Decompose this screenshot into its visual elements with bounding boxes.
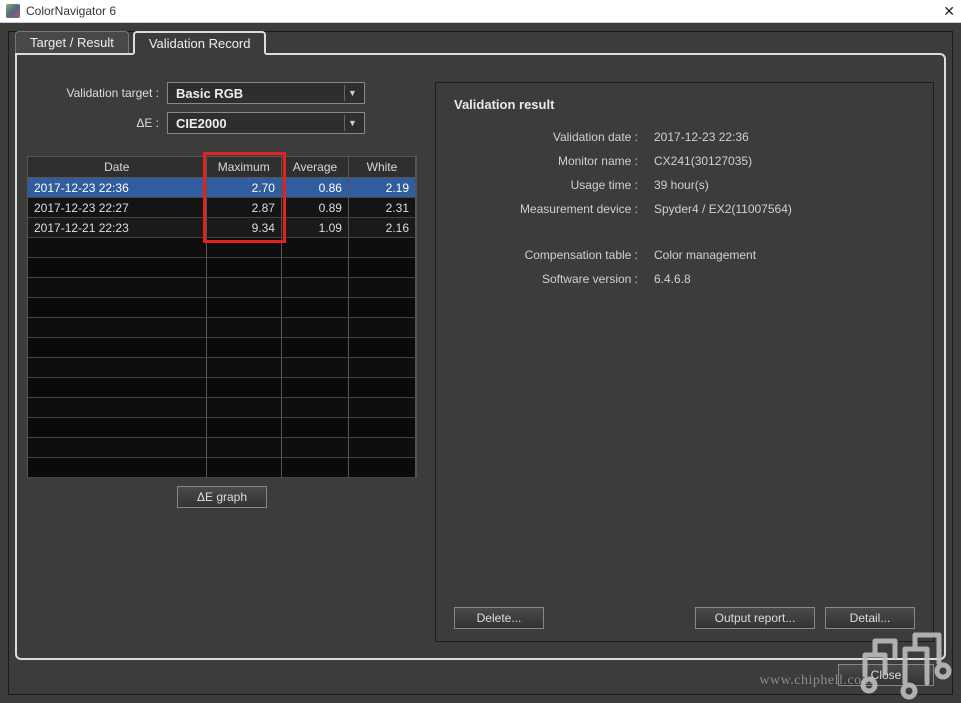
table-row-empty xyxy=(28,278,416,298)
delete-button[interactable]: Delete... xyxy=(454,607,544,629)
cell-avg: 0.89 xyxy=(281,198,348,218)
body-row: Validation target : Basic RGB ▼ ΔE : CIE… xyxy=(27,82,934,642)
select-delta-e-value: CIE2000 xyxy=(176,116,227,131)
result-buttons: Delete... Output report... Detail... xyxy=(454,607,915,629)
result-value: CX241(30127035) xyxy=(644,154,915,168)
table-row-empty xyxy=(28,298,416,318)
result-value: 6.4.6.8 xyxy=(644,272,915,286)
table-row-empty xyxy=(28,338,416,358)
select-validation-target-value: Basic RGB xyxy=(176,86,243,101)
tab-target-result[interactable]: Target / Result xyxy=(15,31,129,53)
chevron-down-icon: ▼ xyxy=(344,115,360,131)
validation-table-body: 2017-12-23 22:362.700.862.192017-12-23 2… xyxy=(28,178,416,478)
result-key: Monitor name : xyxy=(454,154,644,168)
inner-frame: Target / Result Validation Record Valida… xyxy=(8,31,953,695)
de-graph-button[interactable]: ΔE graph xyxy=(177,486,267,508)
left-column: Validation target : Basic RGB ▼ ΔE : CIE… xyxy=(27,82,417,642)
table-row-empty xyxy=(28,458,416,478)
result-key: Usage time : xyxy=(454,178,644,192)
client-area: Target / Result Validation Record Valida… xyxy=(0,23,961,703)
result-value: Color management xyxy=(644,248,915,262)
output-report-button[interactable]: Output report... xyxy=(695,607,815,629)
table-row[interactable]: 2017-12-23 22:272.870.892.31 xyxy=(28,198,416,218)
tab-validation-record[interactable]: Validation Record xyxy=(133,31,267,55)
cell-date: 2017-12-23 22:36 xyxy=(28,178,206,198)
table-row[interactable]: 2017-12-23 22:362.700.862.19 xyxy=(28,178,416,198)
cell-white: 2.19 xyxy=(348,178,415,198)
col-maximum[interactable]: Maximum xyxy=(206,157,281,178)
cell-date: 2017-12-23 22:27 xyxy=(28,198,206,218)
label-delta-e: ΔE : xyxy=(27,116,167,130)
cell-date: 2017-12-21 22:23 xyxy=(28,218,206,238)
app-window: ColorNavigator 6 ✕ Target / Result Valid… xyxy=(0,0,961,703)
result-key: Compensation table : xyxy=(454,248,644,262)
de-graph-wrap: ΔE graph xyxy=(27,486,417,508)
validation-table[interactable]: Date Maximum Average White 2017-12-23 22… xyxy=(28,157,416,478)
result-value: Spyder4 / EX2(11007564) xyxy=(644,202,915,216)
table-row-empty xyxy=(28,438,416,458)
result-key: Software version : xyxy=(454,272,644,286)
table-row-empty xyxy=(28,378,416,398)
cell-white: 2.31 xyxy=(348,198,415,218)
result-value: 2017-12-23 22:36 xyxy=(644,130,915,144)
col-white[interactable]: White xyxy=(348,157,415,178)
window-title: ColorNavigator 6 xyxy=(26,4,915,18)
validation-result-panel: Validation result Validation date :2017-… xyxy=(435,82,934,642)
table-row[interactable]: 2017-12-21 22:239.341.092.16 xyxy=(28,218,416,238)
result-fields: Validation date :2017-12-23 22:36Monitor… xyxy=(454,130,915,286)
cell-max: 2.70 xyxy=(206,178,281,198)
window-close-button[interactable]: ✕ xyxy=(915,3,955,20)
cell-max: 2.87 xyxy=(206,198,281,218)
footer: Close xyxy=(838,664,934,686)
table-row-empty xyxy=(28,398,416,418)
cell-avg: 0.86 xyxy=(281,178,348,198)
validation-table-wrap: Date Maximum Average White 2017-12-23 22… xyxy=(27,156,417,478)
validation-result-heading: Validation result xyxy=(454,97,915,112)
detail-button[interactable]: Detail... xyxy=(825,607,915,629)
table-row-empty xyxy=(28,358,416,378)
table-row-empty xyxy=(28,318,416,338)
table-row-empty xyxy=(28,258,416,278)
label-validation-target: Validation target : xyxy=(27,86,167,100)
row-validation-target: Validation target : Basic RGB ▼ xyxy=(27,82,417,104)
cell-avg: 1.09 xyxy=(281,218,348,238)
result-value: 39 hour(s) xyxy=(644,178,915,192)
table-row-empty xyxy=(28,418,416,438)
tabstrip: Target / Result Validation Record xyxy=(15,31,266,55)
close-button[interactable]: Close xyxy=(838,664,934,686)
table-row-empty xyxy=(28,238,416,258)
chevron-down-icon: ▼ xyxy=(344,85,360,101)
row-delta-e: ΔE : CIE2000 ▼ xyxy=(27,112,417,134)
cell-white: 2.16 xyxy=(348,218,415,238)
result-key: Validation date : xyxy=(454,130,644,144)
col-date[interactable]: Date xyxy=(28,157,206,178)
cell-max: 9.34 xyxy=(206,218,281,238)
select-validation-target[interactable]: Basic RGB ▼ xyxy=(167,82,365,104)
titlebar: ColorNavigator 6 ✕ xyxy=(0,0,961,23)
col-average[interactable]: Average xyxy=(281,157,348,178)
app-icon xyxy=(6,4,20,18)
result-key: Measurement device : xyxy=(454,202,644,216)
select-delta-e[interactable]: CIE2000 ▼ xyxy=(167,112,365,134)
